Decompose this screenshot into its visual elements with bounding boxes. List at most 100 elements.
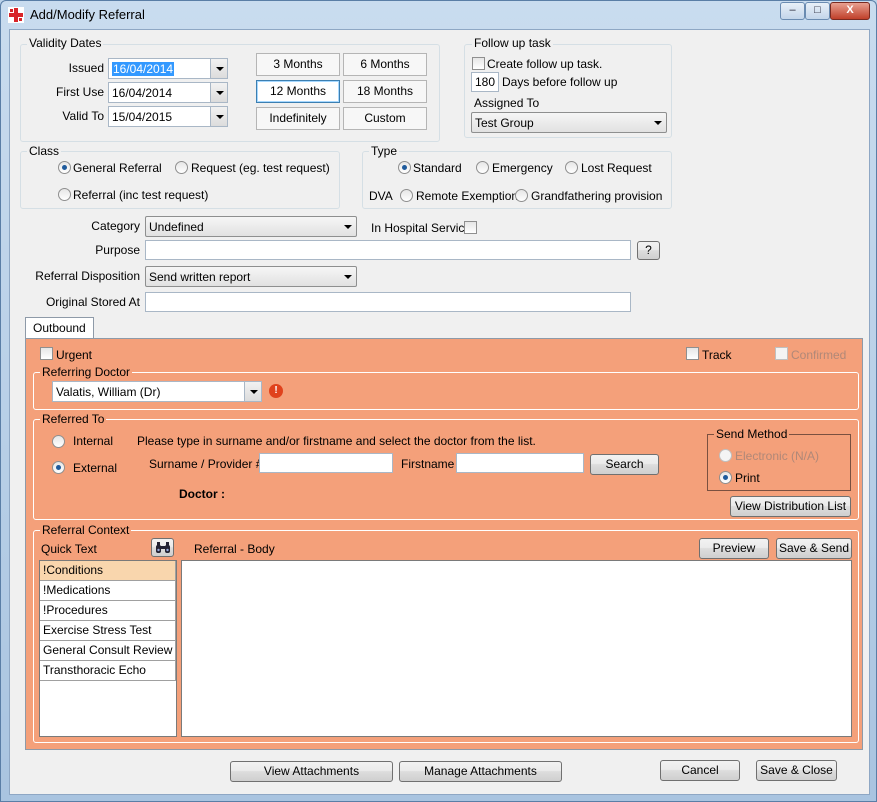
grandfathering-radio[interactable]	[515, 189, 528, 202]
print-label: Print	[735, 471, 760, 485]
help-button[interactable]: ?	[637, 241, 660, 260]
dropdown-arrow-icon[interactable]	[210, 83, 227, 102]
standard-radio[interactable]	[398, 161, 411, 174]
external-radio[interactable]	[52, 461, 65, 474]
custom-button[interactable]: Custom	[343, 107, 427, 130]
save-close-button[interactable]: Save & Close	[756, 760, 837, 781]
save-send-button[interactable]: Save & Send	[776, 538, 852, 559]
category-label: Category	[91, 219, 140, 233]
3-months-button[interactable]: 3 Months	[256, 53, 340, 76]
track-checkbox[interactable]	[686, 347, 699, 360]
stored-at-label: Original Stored At	[45, 295, 140, 309]
surname-input[interactable]	[259, 453, 393, 473]
emergency-radio[interactable]	[476, 161, 489, 174]
in-hospital-label: In Hospital Service	[371, 221, 472, 235]
surname-label: Surname / Provider #	[149, 457, 263, 471]
class-title: Class	[27, 144, 62, 158]
print-radio[interactable]	[719, 471, 732, 484]
first-use-label: First Use	[56, 85, 104, 99]
referral-inc-radio[interactable]	[58, 188, 71, 201]
dropdown-arrow-icon[interactable]	[649, 113, 666, 132]
category-value: Undefined	[149, 220, 204, 234]
validity-title: Validity Dates	[27, 36, 104, 50]
lost-request-radio[interactable]	[565, 161, 578, 174]
dropdown-arrow-icon[interactable]	[339, 267, 356, 286]
type-title: Type	[369, 144, 400, 158]
dropdown-arrow-icon[interactable]	[210, 59, 227, 78]
referred-to-title: Referred To	[40, 412, 107, 426]
valid-to-date-picker[interactable]: 15/04/2015	[108, 106, 228, 127]
instructions-text: Please type in surname and/or firstname …	[137, 434, 536, 448]
disposition-label: Referral Disposition	[35, 269, 140, 283]
manage-attachments-button[interactable]: Manage Attachments	[399, 761, 562, 782]
6-months-button[interactable]: 6 Months	[343, 53, 427, 76]
stored-at-input[interactable]	[145, 292, 631, 312]
list-item[interactable]: Exercise Stress Test	[40, 621, 176, 641]
assigned-to-label: Assigned To	[474, 96, 540, 110]
create-follow-up-label: Create follow up task.	[487, 57, 603, 71]
internal-radio[interactable]	[52, 435, 65, 448]
dropdown-arrow-icon[interactable]	[210, 107, 227, 126]
category-select[interactable]: Undefined	[145, 216, 357, 237]
outbound-panel: Urgent Track Confirmed Referring Doctor …	[25, 338, 863, 750]
list-item[interactable]: !Procedures	[40, 601, 176, 621]
18-months-button[interactable]: 18 Months	[343, 80, 427, 103]
list-item[interactable]: General Consult Review	[40, 641, 176, 661]
first-use-value: 16/04/2014	[112, 86, 173, 100]
follow-up-days-input[interactable]: 180	[471, 72, 499, 92]
external-label: External	[73, 461, 118, 475]
purpose-label: Purpose	[95, 243, 140, 257]
valid-to-label: Valid To	[62, 109, 104, 123]
firstname-input[interactable]	[456, 453, 584, 473]
list-item[interactable]: !Conditions	[40, 561, 176, 581]
doctor-label: Doctor :	[179, 487, 225, 501]
minimize-button[interactable]: –	[780, 2, 805, 20]
issued-label: Issued	[68, 61, 104, 75]
general-referral-radio[interactable]	[58, 161, 71, 174]
dropdown-arrow-icon[interactable]	[339, 217, 356, 236]
tab-outbound[interactable]: Outbound	[25, 317, 94, 339]
remote-exemption-radio[interactable]	[400, 189, 413, 202]
emergency-label: Emergency	[492, 161, 553, 175]
dialog-window: Add/Modify Referral – □ X Validity Dates…	[0, 0, 877, 802]
first-use-date-picker[interactable]: 16/04/2014	[108, 82, 228, 103]
in-hospital-checkbox[interactable]	[464, 221, 477, 234]
indefinitely-button[interactable]: Indefinitely	[256, 107, 340, 130]
12-months-button[interactable]: 12 Months	[256, 80, 340, 103]
search-button[interactable]: Search	[590, 454, 659, 475]
quick-text-list[interactable]: !Conditions !Medications !Procedures Exe…	[39, 560, 177, 737]
electronic-label: Electronic (N/A)	[735, 449, 820, 463]
purpose-input[interactable]	[145, 240, 631, 260]
confirmed-checkbox[interactable]	[775, 347, 788, 360]
dva-label: DVA	[369, 189, 393, 203]
title-bar[interactable]: Add/Modify Referral – □ X	[1, 1, 876, 29]
urgent-label: Urgent	[56, 348, 93, 362]
track-label: Track	[702, 348, 732, 362]
request-label: Request (eg. test request)	[191, 161, 330, 175]
binoculars-button[interactable]	[151, 538, 174, 557]
list-item[interactable]: !Medications	[40, 581, 176, 601]
referring-doctor-value: Valatis, William (Dr)	[56, 385, 161, 399]
create-follow-up-checkbox[interactable]	[472, 57, 485, 70]
maximize-button[interactable]: □	[805, 2, 830, 20]
dropdown-arrow-icon[interactable]	[244, 382, 261, 401]
cancel-button[interactable]: Cancel	[660, 760, 740, 781]
referral-body-editor[interactable]	[181, 560, 852, 737]
follow-up-days-label: Days before follow up	[502, 75, 618, 89]
electronic-radio[interactable]	[719, 449, 732, 462]
warning-icon[interactable]: !	[269, 384, 283, 398]
view-distribution-button[interactable]: View Distribution List	[730, 496, 851, 517]
referring-doctor-select[interactable]: Valatis, William (Dr)	[52, 381, 262, 402]
standard-label: Standard	[413, 161, 462, 175]
list-item[interactable]: Transthoracic Echo	[40, 661, 176, 681]
window-title: Add/Modify Referral	[30, 7, 145, 22]
close-button[interactable]: X	[830, 2, 870, 20]
issued-date-picker[interactable]: 16/04/2014	[108, 58, 228, 79]
preview-button[interactable]: Preview	[699, 538, 769, 559]
disposition-select[interactable]: Send written report	[145, 266, 357, 287]
view-attachments-button[interactable]: View Attachments	[230, 761, 393, 782]
urgent-checkbox[interactable]	[40, 347, 53, 360]
request-radio[interactable]	[175, 161, 188, 174]
grandfathering-label: Grandfathering provision	[531, 189, 663, 203]
assigned-to-select[interactable]: Test Group	[471, 112, 667, 133]
